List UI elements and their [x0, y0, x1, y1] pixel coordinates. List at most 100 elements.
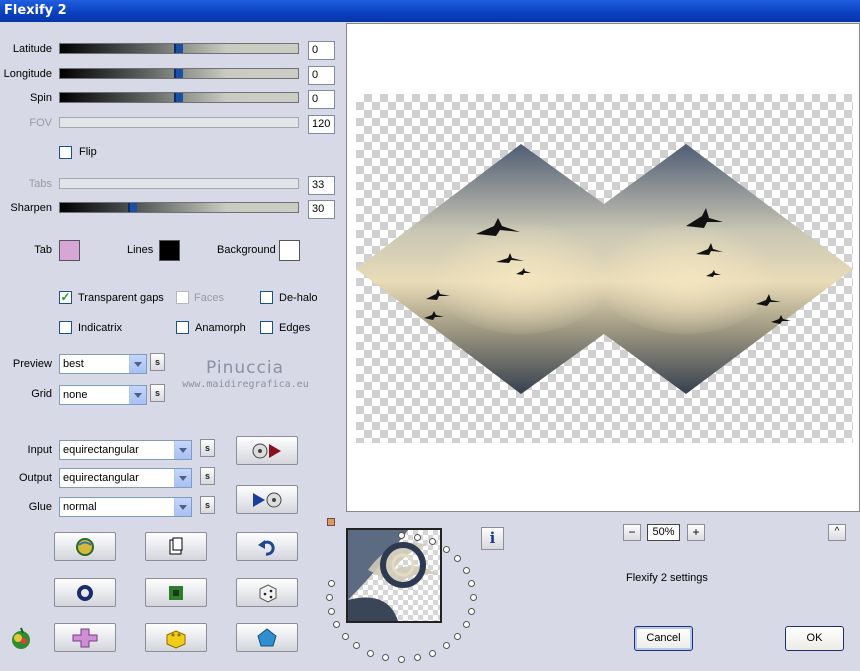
info-button[interactable]: i	[481, 527, 504, 550]
tabs-value[interactable]: 33	[308, 176, 335, 195]
spin-value[interactable]: 0	[308, 90, 335, 109]
preview-image	[356, 144, 853, 394]
copy-button[interactable]	[145, 532, 207, 561]
chevron-down-icon[interactable]	[129, 386, 146, 404]
ring-dot[interactable]	[414, 654, 422, 662]
ring-dot[interactable]	[341, 632, 349, 640]
spin-slider-thumb[interactable]	[174, 93, 183, 102]
chevron-down-icon[interactable]	[174, 441, 191, 459]
thumbnail-preview[interactable]	[346, 528, 442, 623]
ok-button[interactable]: OK	[785, 626, 844, 651]
ring-dot[interactable]	[366, 649, 374, 657]
ring-dot[interactable]	[398, 656, 405, 663]
preview-select-value: best	[63, 358, 84, 370]
ring-dot[interactable]	[327, 607, 335, 615]
ring-dot[interactable]	[470, 594, 477, 601]
longitude-slider[interactable]	[59, 68, 299, 79]
play-disc-icon	[253, 492, 282, 507]
tab-color-label: Tab	[34, 244, 52, 256]
ring-dot[interactable]	[468, 580, 476, 588]
glue-label: Glue	[28, 501, 52, 513]
pentagon-icon	[257, 627, 277, 646]
zoom-in-button[interactable]: +	[687, 524, 705, 541]
anamorph-label: Anamorph	[195, 322, 246, 334]
longitude-slider-thumb[interactable]	[174, 69, 183, 78]
dice-button[interactable]	[236, 578, 298, 607]
latitude-slider[interactable]	[59, 43, 299, 54]
input-label: Input	[27, 444, 52, 456]
grid-s-button[interactable]: s	[150, 384, 165, 402]
ring-button[interactable]	[54, 578, 116, 607]
ring-dot[interactable]	[462, 620, 470, 628]
chevron-down-icon[interactable]	[174, 469, 191, 487]
sharpen-value[interactable]: 30	[308, 200, 335, 219]
glue-select[interactable]: normal	[59, 497, 192, 517]
settings-label: Flexify 2 settings	[626, 572, 708, 584]
transparent-gaps-label: Transparent gaps	[78, 292, 164, 304]
ring-dot[interactable]	[454, 555, 462, 563]
background-color-swatch[interactable]	[279, 240, 300, 261]
ring-marker[interactable]	[327, 518, 335, 526]
ring-dot[interactable]	[454, 632, 462, 640]
output-s-button[interactable]: s	[200, 467, 215, 485]
ring-dot[interactable]	[414, 533, 422, 541]
ring-dot[interactable]	[442, 642, 450, 650]
ring-dot[interactable]	[462, 567, 470, 575]
ring-dot[interactable]	[326, 594, 333, 601]
preview-panel[interactable]	[346, 23, 860, 512]
random-button[interactable]	[54, 532, 116, 561]
document-icon	[169, 537, 183, 554]
lines-color-swatch[interactable]	[159, 240, 180, 261]
anamorph-checkbox[interactable]	[176, 321, 189, 334]
glue-s-button[interactable]: s	[200, 496, 215, 514]
preview-select[interactable]: best	[59, 354, 147, 374]
chevron-down-icon[interactable]	[174, 498, 191, 516]
play-reverse-button[interactable]	[236, 436, 298, 465]
input-select[interactable]: equirectangular	[59, 440, 192, 460]
grid-select-value: none	[63, 389, 88, 401]
cross-button[interactable]	[54, 623, 116, 652]
fov-value[interactable]: 120	[308, 115, 335, 134]
grid-select[interactable]: none	[59, 385, 147, 405]
undo-button[interactable]	[236, 532, 298, 561]
square-button[interactable]	[145, 578, 207, 607]
cancel-button[interactable]: Cancel	[634, 626, 693, 651]
ring-dot[interactable]	[333, 620, 341, 628]
chevron-down-icon[interactable]	[129, 355, 146, 373]
ring-dot[interactable]	[327, 580, 335, 588]
sharpen-slider-thumb[interactable]	[128, 203, 137, 212]
ring-dot[interactable]	[381, 654, 389, 662]
longitude-value[interactable]: 0	[308, 66, 335, 85]
pentagon-button[interactable]	[236, 623, 298, 652]
zoom-out-button[interactable]: −	[623, 524, 641, 541]
tab-color-swatch[interactable]	[59, 240, 80, 261]
latitude-value[interactable]: 0	[308, 41, 335, 60]
flip-checkbox[interactable]	[59, 146, 72, 159]
sharpen-slider[interactable]	[59, 202, 299, 213]
ring-dot[interactable]	[353, 642, 361, 650]
edges-checkbox[interactable]	[260, 321, 273, 334]
ring-dot[interactable]	[442, 545, 450, 553]
cross-icon	[72, 628, 98, 647]
output-select-value: equirectangular	[63, 472, 139, 484]
cube-button[interactable]	[145, 623, 207, 652]
ring-dot[interactable]	[429, 649, 437, 657]
spin-slider[interactable]	[59, 92, 299, 103]
latitude-label: Latitude	[12, 43, 52, 55]
ring-dot[interactable]	[468, 607, 476, 615]
indicatrix-checkbox[interactable]	[59, 321, 72, 334]
thumbnail-image	[348, 530, 438, 621]
de-halo-checkbox[interactable]	[260, 291, 273, 304]
input-s-button[interactable]: s	[200, 439, 215, 457]
output-select[interactable]: equirectangular	[59, 468, 192, 488]
dice-icon	[259, 583, 277, 603]
grid-label: Grid	[31, 388, 52, 400]
play-forward-button[interactable]	[236, 485, 298, 514]
preview-s-button[interactable]: s	[150, 353, 165, 371]
collapse-button[interactable]: ^	[828, 524, 846, 541]
latitude-slider-thumb[interactable]	[174, 44, 183, 53]
ring-dot[interactable]	[398, 532, 405, 539]
disc-play-icon	[252, 443, 281, 458]
undo-icon	[258, 539, 275, 556]
transparent-gaps-checkbox[interactable]: ✓	[59, 291, 72, 304]
